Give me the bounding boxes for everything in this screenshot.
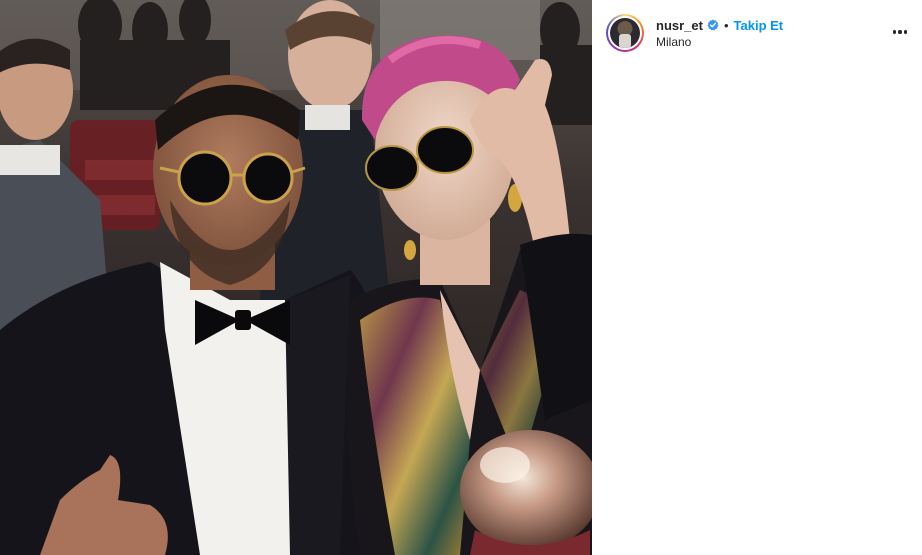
avatar[interactable] [606,14,644,52]
more-dot [898,30,902,34]
more-dot [903,30,908,34]
post-sidebar: nusr_et • Takip Et Milano [592,0,922,555]
username-link[interactable]: nusr_et [656,18,703,33]
post-photo [0,0,592,555]
post-media[interactable] [0,0,592,555]
verified-badge-icon [707,19,719,31]
follow-button[interactable]: Takip Et [734,18,784,33]
separator-dot: • [723,17,729,33]
user-row: nusr_et • Takip Et [656,16,783,34]
avatar-border [608,16,642,50]
post-header: nusr_et • Takip Et Milano [592,0,922,64]
avatar-image [610,18,640,48]
location-link[interactable]: Milano [656,35,691,49]
more-options-icon[interactable] [890,22,910,42]
more-dot [892,30,897,34]
